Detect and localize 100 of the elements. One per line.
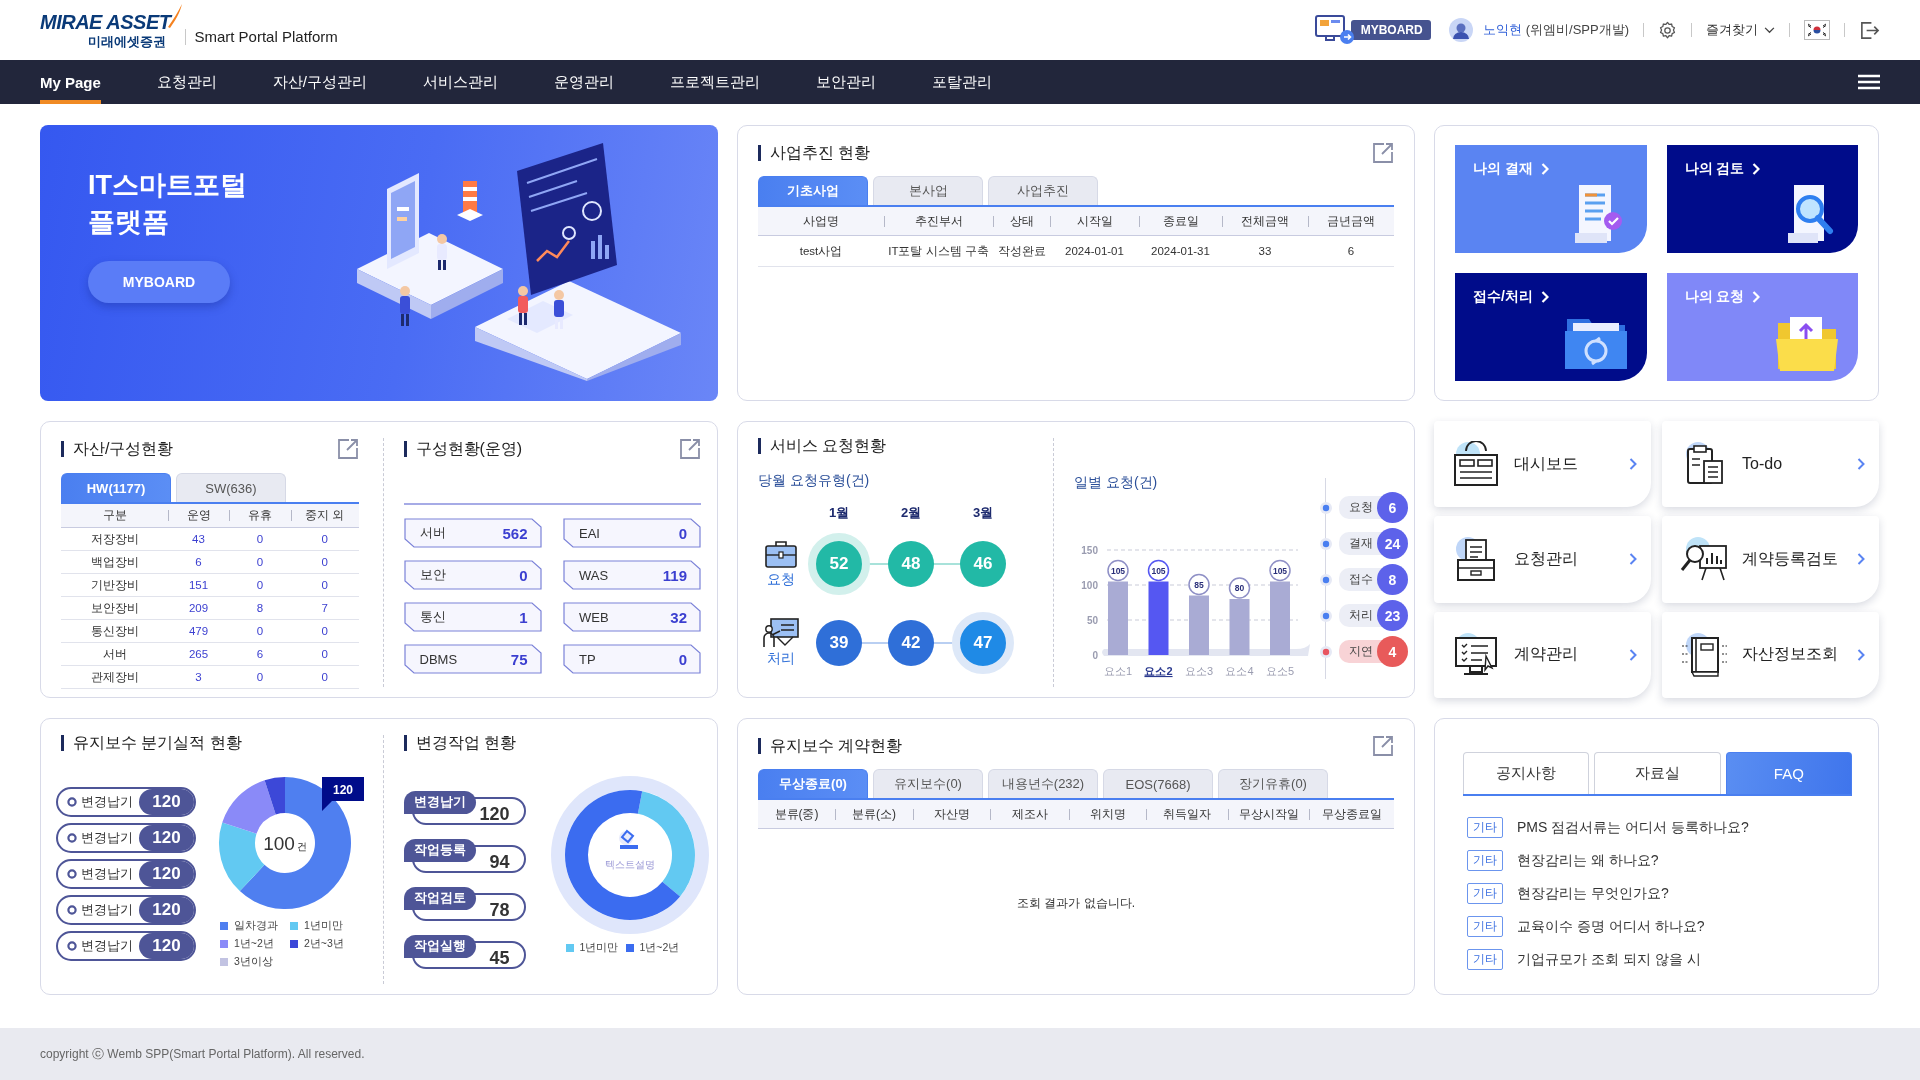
table-cell: 저장장비 (61, 528, 168, 551)
nav-tab[interactable]: My Page (40, 60, 101, 104)
settings-icon[interactable] (1658, 20, 1677, 40)
shortcut-tile[interactable]: 자산정보조회 (1662, 611, 1879, 698)
magnifier-chart-icon (1680, 536, 1728, 583)
shortcut-tile[interactable]: 요청관리 (1434, 516, 1651, 603)
category-tag: 기타 (1467, 817, 1503, 838)
faq-link[interactable]: 교육이수 증명 어디서 하나요? (1517, 917, 1705, 936)
stat-label: 서버 (419, 524, 446, 542)
chevron-down-icon (1764, 26, 1775, 34)
status-count: 4 (1377, 636, 1408, 667)
myboard-button[interactable]: MYBOARD (88, 261, 230, 303)
nav-tab[interactable]: 서비스관리 (423, 60, 499, 104)
monitor-icon (1314, 15, 1355, 45)
logo-text: MIRAE ASSET (40, 12, 171, 32)
tab[interactable]: SW(636) (176, 473, 286, 502)
tab[interactable]: 내용년수(232) (988, 769, 1098, 798)
table-cell: 0 (291, 528, 359, 551)
tab[interactable]: 사업추진 (988, 176, 1098, 205)
shortcut-tile[interactable]: 계약관리 (1434, 611, 1651, 698)
table-cell: 8 (229, 597, 291, 620)
flag-icon[interactable] (1804, 20, 1830, 40)
empty-message: 조회 결과가 없습니다. (1016, 895, 1136, 912)
category-tag: 기타 (1467, 949, 1503, 970)
table-header-cell: 구분 (61, 504, 168, 528)
tab[interactable]: EOS(7668) (1103, 769, 1213, 798)
stat-value: 1 (519, 608, 528, 626)
external-link-icon[interactable] (679, 438, 701, 460)
nav-tab[interactable]: 요청관리 (156, 60, 217, 104)
table-cell: 0 (229, 574, 291, 597)
table-cell: 0 (291, 666, 359, 689)
nav-tab[interactable]: 프로젝트관리 (670, 60, 761, 104)
nav-tab[interactable]: 보안관리 (816, 60, 877, 104)
shortcut-tile[interactable]: 계약등록검토 (1662, 516, 1879, 603)
faq-link[interactable]: PMS 점검서류는 어디서 등록하나요? (1517, 818, 1749, 837)
legend-label: 2년~3년 (304, 937, 344, 951)
work-stage-tag: 작업등록 (403, 839, 476, 862)
external-link-icon[interactable] (336, 438, 359, 460)
nav-tab[interactable]: 포탈관리 (932, 60, 993, 104)
work-stage-tag: 작업검토 (403, 887, 476, 910)
faq-link[interactable]: 기업규모가 조회 되지 않을 시 (1517, 950, 1701, 969)
x-axis-label: 요소2 (1144, 665, 1173, 677)
table-header-cell: 중지 외 (291, 504, 359, 528)
table-header-cell: 추진부서 (884, 207, 993, 236)
stat-value: 120 (139, 789, 194, 815)
tab[interactable]: 자료실 (1594, 752, 1721, 794)
stat-label: 변경납기 (81, 901, 134, 919)
external-link-icon[interactable] (1372, 735, 1394, 757)
shortcut-tile[interactable]: 대시보드 (1434, 421, 1651, 508)
card-title: 사업추진 현황 (758, 145, 871, 161)
table-cell: 0 (291, 643, 359, 666)
category-tag: 기타 (1467, 850, 1503, 871)
status-dot-icon (1320, 537, 1332, 550)
tab[interactable]: 장기유휴(0) (1218, 769, 1328, 798)
avatar-icon (1448, 18, 1473, 42)
shortcut-tile[interactable]: To-do (1662, 421, 1879, 508)
quick-menu-tile[interactable]: 나의 검토 (1666, 145, 1858, 253)
faq-link[interactable]: 현장감리는 무엇인가요? (1517, 884, 1669, 903)
stat-label: 보안 (419, 566, 446, 584)
chevron-right-icon (1857, 648, 1865, 661)
callout-label: 120 (322, 777, 364, 811)
legend-label: 1년미만 (579, 941, 619, 955)
table-header-cell: 무상종료일 (1309, 800, 1394, 829)
table-cell: 7 (291, 597, 359, 620)
y-axis-label: 0 (1092, 650, 1098, 661)
table-header-cell: 취득일자 (1146, 800, 1228, 829)
quick-menu-tile[interactable]: 접수/처리 (1455, 273, 1647, 381)
bullet-icon (67, 797, 77, 807)
card-title: 유지보수 분기실적 현황 (61, 735, 359, 751)
copyright-text: copyright ⓒ Wemb SPP(Smart Portal Platform). All reserved. (40, 1045, 365, 1063)
table-cell: 0 (291, 574, 359, 597)
table-header-cell: 금년금액 (1308, 207, 1394, 236)
myboard-button[interactable]: MYBOARD (1350, 20, 1431, 40)
bar-value-label: 85 (1188, 573, 1210, 596)
menu-icon[interactable] (1858, 74, 1880, 90)
stat-label: TP (579, 651, 596, 667)
table-cell: 43 (168, 528, 229, 551)
card-title: 변경작업 현황 (403, 735, 701, 751)
logout-icon[interactable] (1859, 19, 1880, 41)
tab[interactable]: 공지사항 (1463, 752, 1590, 794)
table-cell: 백업장비 (61, 551, 168, 574)
bar-value-label: 105 (1269, 559, 1291, 582)
table-header-cell: 상태 (993, 207, 1050, 236)
nav-tab[interactable]: 자산/구성관리 (272, 60, 368, 104)
stat-value: 120 (139, 825, 194, 851)
logo-subtext: 미래에셋증권 (88, 35, 167, 48)
external-link-icon[interactable] (1372, 142, 1394, 164)
tab[interactable]: 유지보수(0) (873, 769, 983, 798)
table-cell: 0 (229, 620, 291, 643)
card-title: 구성현황(운영) (403, 441, 523, 457)
faq-link[interactable]: 현장감리는 왜 하나요? (1517, 851, 1659, 870)
favorites-button[interactable]: 즐겨찾기 (1706, 21, 1775, 39)
stat-value: 32 (670, 608, 687, 626)
chevron-right-icon (1857, 553, 1865, 566)
tab[interactable]: 본사업 (873, 176, 983, 205)
nav-tab[interactable]: 운영관리 (554, 60, 615, 104)
table-cell: IT포탈 시스템 구축 (884, 236, 993, 267)
stat-label: 변경납기 (81, 865, 134, 883)
stat-value: 120 (139, 861, 194, 887)
tab[interactable]: FAQ (1725, 752, 1852, 794)
